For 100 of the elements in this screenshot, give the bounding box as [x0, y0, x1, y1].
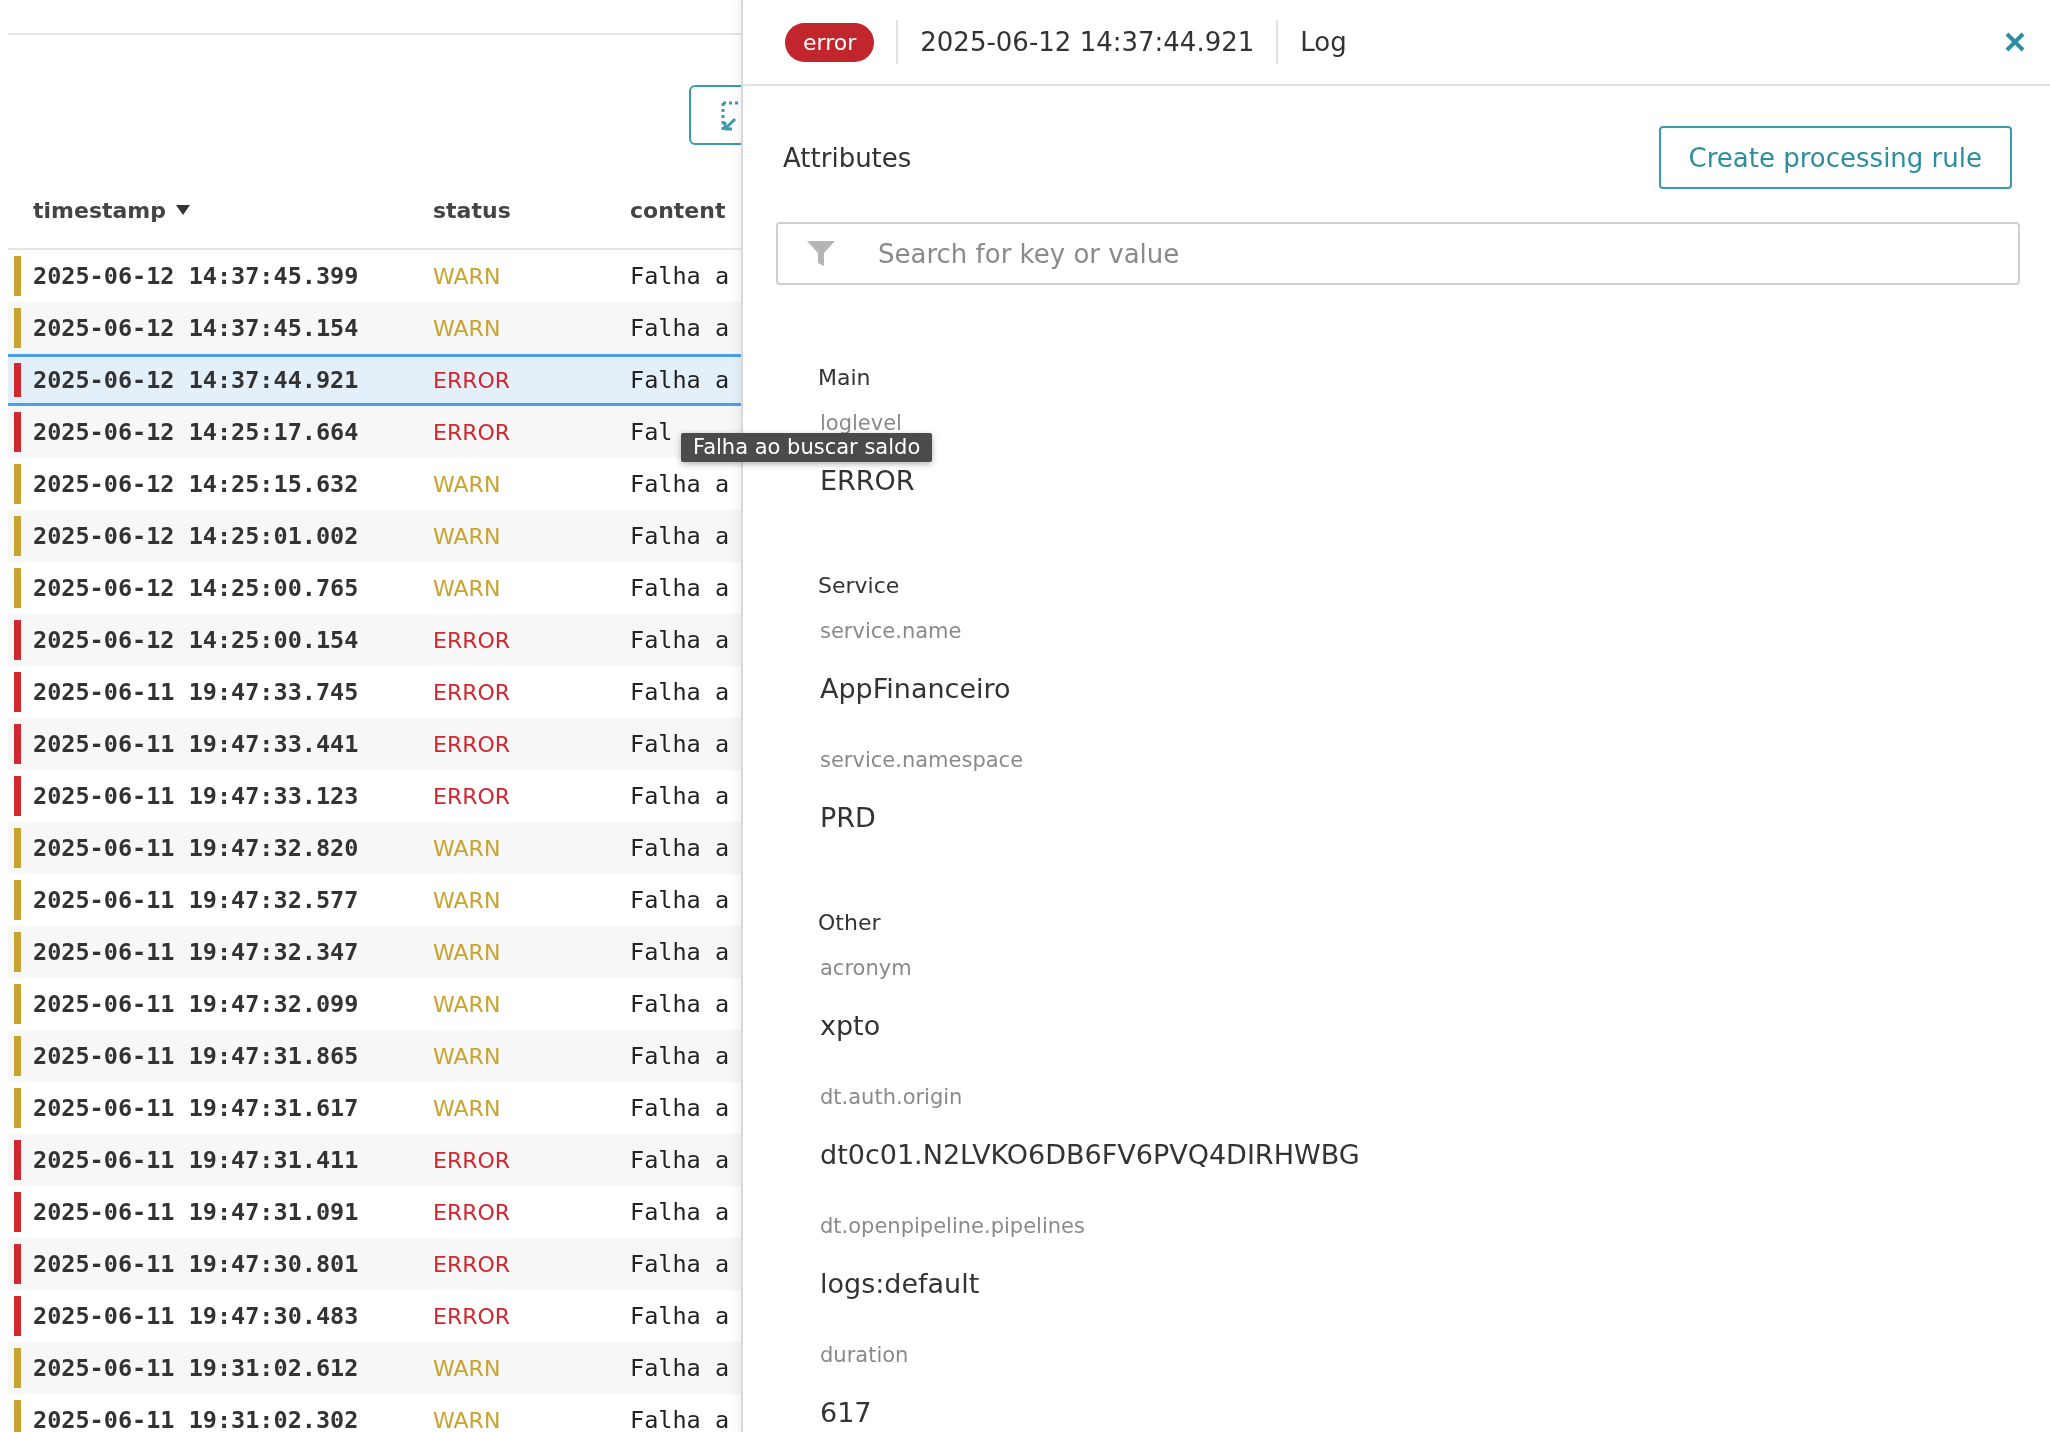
content-cell: Falha a: [630, 522, 730, 550]
timestamp-cell: 2025-06-12 14:25:15.632: [33, 470, 359, 498]
timestamp-cell: 2025-06-11 19:47:32.099: [33, 990, 359, 1018]
log-row[interactable]: 2025-06-12 14:37:45.154 WARN Falha a: [8, 302, 741, 354]
log-row[interactable]: 2025-06-11 19:47:31.091 ERROR Falha a: [8, 1186, 741, 1238]
status-cell: WARN: [433, 1355, 501, 1381]
attribute-value: xpto: [820, 1010, 881, 1041]
attribute-value: dt0c01.N2LVKO6DB6FV6PVQ4DIRHWBG: [820, 1139, 1360, 1170]
attributes-title: Attributes: [783, 142, 912, 173]
status-cell: WARN: [433, 1407, 501, 1432]
log-row[interactable]: 2025-06-11 19:47:30.483 ERROR Falha a: [8, 1290, 741, 1342]
content-cell: Falha a: [630, 314, 730, 342]
log-row[interactable]: 2025-06-11 19:47:30.801 ERROR Falha a: [8, 1238, 741, 1290]
log-row[interactable]: 2025-06-12 14:37:45.399 WARN Falha a: [8, 250, 741, 302]
search-field[interactable]: Search for key or value: [776, 222, 2020, 285]
log-row[interactable]: 2025-06-12 14:25:00.765 WARN Falha a: [8, 562, 741, 614]
log-row[interactable]: 2025-06-11 19:47:31.617 WARN Falha a: [8, 1082, 741, 1134]
log-row[interactable]: 2025-06-11 19:47:32.099 WARN Falha a: [8, 978, 741, 1030]
column-header[interactable]: content: [630, 197, 726, 223]
status-cell: ERROR: [433, 627, 511, 653]
status-badge: error: [785, 22, 875, 62]
record-type: Log: [1300, 27, 1347, 57]
status-cell: ERROR: [433, 1251, 511, 1277]
content-cell: Falha a: [630, 574, 730, 602]
content-cell: Falha a: [630, 1094, 730, 1122]
timestamp-cell: 2025-06-12 14:37:45.154: [33, 314, 359, 342]
timestamp-cell: 2025-06-11 19:47:30.801: [33, 1250, 359, 1278]
layout-button[interactable]: [689, 85, 741, 145]
attribute-key: service.name: [820, 619, 962, 643]
timestamp-cell: 2025-06-11 19:47:33.745: [33, 678, 359, 706]
timestamp-cell: 2025-06-11 19:47:33.123: [33, 782, 359, 810]
content-cell: Falha a: [630, 470, 730, 498]
timestamp-cell: 2025-06-11 19:47:32.577: [33, 886, 359, 914]
filter-icon: [806, 240, 836, 268]
column-header[interactable]: status: [433, 197, 511, 223]
content-cell: Falha a: [630, 730, 730, 758]
content-cell: Falha a: [630, 1406, 730, 1432]
content-cell: Falha a: [630, 1250, 730, 1278]
status-cell: WARN: [433, 991, 501, 1017]
timestamp-cell: 2025-06-12 14:25:17.664: [33, 418, 359, 446]
status-cell: ERROR: [433, 1199, 511, 1225]
log-row[interactable]: 2025-06-12 14:25:00.154 ERROR Falha a: [8, 614, 741, 666]
log-row[interactable]: 2025-06-11 19:47:33.441 ERROR Falha a: [8, 718, 741, 770]
timestamp-cell: 2025-06-11 19:47:31.091: [33, 1198, 359, 1226]
status-cell: WARN: [433, 471, 501, 497]
attribute-key: dt.openpipeline.pipelines: [820, 1214, 1085, 1238]
log-row[interactable]: 2025-06-11 19:47:32.577 WARN Falha a: [8, 874, 741, 926]
status-cell: WARN: [433, 835, 501, 861]
attribute-key: service.namespace: [820, 748, 1024, 772]
timestamp-cell: 2025-06-12 14:37:45.399: [33, 262, 359, 290]
log-row[interactable]: 2025-06-11 19:47:33.745 ERROR Falha a: [8, 666, 741, 718]
status-cell: WARN: [433, 939, 501, 965]
timestamp-cell: 2025-06-11 19:47:31.617: [33, 1094, 359, 1122]
content-cell: Falha a: [630, 886, 730, 914]
timestamp-cell: 2025-06-11 19:31:02.302: [33, 1406, 359, 1432]
content-cell: Falha a: [630, 990, 730, 1018]
log-row[interactable]: 2025-06-11 19:31:02.612 WARN Falha a: [8, 1342, 741, 1394]
create-rule-button[interactable]: Create processing rule: [1658, 126, 2012, 189]
timestamp-cell: 2025-06-12 14:25:01.002: [33, 522, 359, 550]
log-row[interactable]: 2025-06-11 19:47:31.411 ERROR Falha a: [8, 1134, 741, 1186]
log-row[interactable]: 2025-06-11 19:47:32.820 WARN Falha a: [8, 822, 741, 874]
column-header[interactable]: timestamp: [33, 197, 167, 223]
status-cell: WARN: [433, 263, 501, 289]
content-cell: Falha a: [630, 262, 730, 290]
log-row[interactable]: 2025-06-11 19:47:33.123 ERROR Falha a: [8, 770, 741, 822]
status-cell: ERROR: [433, 1303, 511, 1329]
section-title: Main: [818, 364, 871, 390]
log-row[interactable]: 2025-06-11 19:47:32.347 WARN Falha a: [8, 926, 741, 978]
timestamp-cell: 2025-06-12 14:25:00.765: [33, 574, 359, 602]
status-cell: WARN: [433, 887, 501, 913]
section-title: Service: [818, 572, 900, 598]
content-cell: Fal: [630, 418, 673, 446]
timestamp-cell: 2025-06-11 19:47:32.347: [33, 938, 359, 966]
content-cell: Falha a: [630, 1302, 730, 1330]
status-cell: WARN: [433, 523, 501, 549]
status-cell: ERROR: [433, 783, 511, 809]
section-title: Other: [818, 909, 881, 935]
log-row[interactable]: 2025-06-11 19:47:31.865 WARN Falha a: [8, 1030, 741, 1082]
timestamp-cell: 2025-06-11 19:47:32.820: [33, 834, 359, 862]
content-cell: Falha a: [630, 938, 730, 966]
log-row[interactable]: 2025-06-12 14:37:44.921 ERROR Falha a: [8, 354, 741, 406]
content-cell: Falha a: [630, 1198, 730, 1226]
attribute-key: dt.auth.origin: [820, 1085, 963, 1109]
attribute-value: ERROR: [820, 465, 915, 496]
expand-icon: [721, 101, 741, 133]
status-cell: ERROR: [433, 679, 511, 705]
content-cell: Falha a: [630, 366, 730, 394]
status-cell: WARN: [433, 315, 501, 341]
attribute-key: acronym: [820, 956, 912, 980]
log-row[interactable]: 2025-06-11 19:31:02.302 WARN Falha a: [8, 1394, 741, 1432]
attribute-value: PRD: [820, 802, 876, 833]
content-cell: Falha a: [630, 1146, 730, 1174]
status-cell: WARN: [433, 575, 501, 601]
content-cell: Falha a: [630, 678, 730, 706]
attribute-value: 617: [820, 1397, 872, 1428]
content-cell: Falha a: [630, 834, 730, 862]
status-cell: ERROR: [433, 419, 511, 445]
log-row[interactable]: 2025-06-12 14:25:01.002 WARN Falha a: [8, 510, 741, 562]
timestamp-cell: 2025-06-12 14:25:00.154: [33, 626, 359, 654]
record-timestamp: 2025-06-12 14:37:44.921: [920, 27, 1255, 57]
